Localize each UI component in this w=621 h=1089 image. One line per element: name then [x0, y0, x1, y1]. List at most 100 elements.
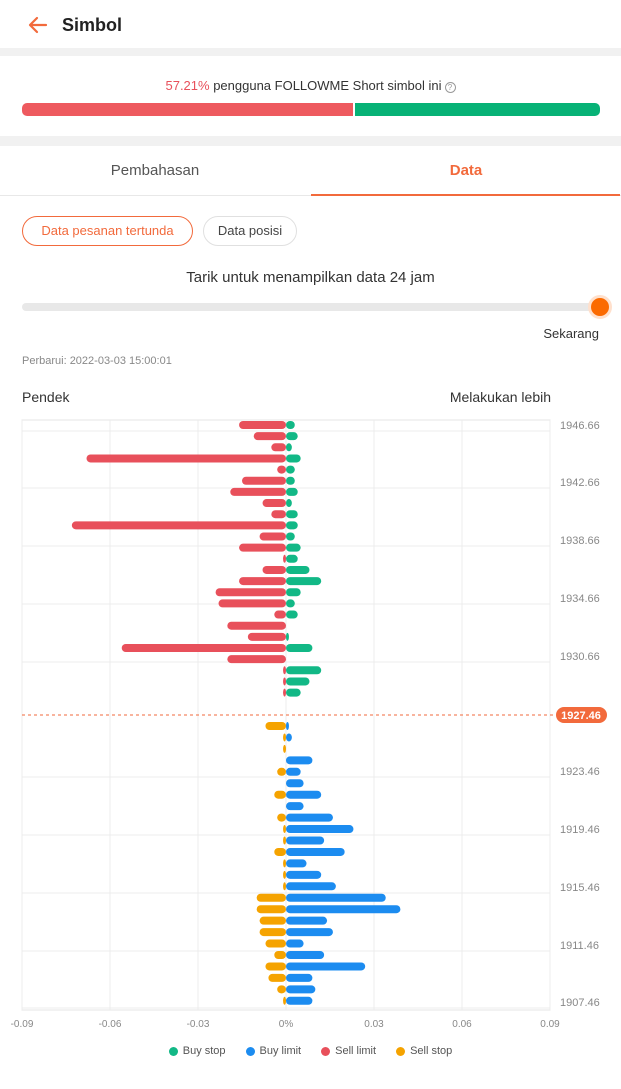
- buy-limit-bar: [286, 870, 322, 879]
- current-price-label: 1927.46: [561, 710, 601, 722]
- legend-dot: [396, 1046, 406, 1056]
- buy-stop-bar: [286, 666, 322, 675]
- buy-limit-bar: [286, 836, 325, 845]
- buy-stop-bar: [286, 577, 322, 586]
- buy-limit-bar: [286, 973, 313, 982]
- buy-limit-bar: [286, 756, 313, 765]
- updated-timestamp: Perbarui: 2022-03-03 15:00:01: [22, 355, 172, 367]
- sell-limit-bar: [239, 421, 286, 429]
- legend-dot: [245, 1046, 255, 1056]
- buy-stop-bar: [286, 532, 295, 541]
- buy-limit-bar: [286, 939, 304, 948]
- sell-limit-bar: [274, 610, 286, 619]
- buy-stop-bar: [286, 510, 298, 519]
- legend-item-buy-limit[interactable]: Buy limit: [245, 1045, 302, 1057]
- buy-limit-bar: [286, 779, 304, 788]
- buy-stop-bar: [286, 554, 298, 563]
- sell-limit-bar: [253, 432, 286, 441]
- buy-limit-bar: [286, 859, 307, 868]
- buy-limit-bar: [286, 962, 366, 971]
- sell-limit-bar: [230, 487, 286, 496]
- y-tick-label: 1946.66: [560, 420, 600, 432]
- help-icon[interactable]: ?: [444, 82, 456, 93]
- sell-limit-bar: [262, 565, 286, 574]
- time-slider-thumb[interactable]: [588, 295, 612, 319]
- time-slider-track[interactable]: [22, 303, 600, 311]
- section-divider: [0, 136, 621, 146]
- buy-stop-bar: [286, 543, 301, 552]
- legend-item-sell-limit[interactable]: Sell limit: [321, 1045, 376, 1057]
- active-tab-indicator: [311, 194, 620, 196]
- buy-limit-bar: [286, 928, 333, 937]
- sell-stop-bar: [283, 859, 286, 868]
- buy-limit-bar: [286, 813, 333, 822]
- sell-stop-bar: [283, 996, 286, 1005]
- y-tick-label: 1911.46: [560, 940, 599, 952]
- sell-limit-bar: [239, 543, 286, 552]
- y-tick-label: 1934.66: [560, 593, 600, 605]
- sell-limit-bar: [218, 599, 286, 608]
- sell-stop-bar: [259, 928, 286, 937]
- buy-limit-bar: [286, 893, 386, 902]
- buy-stop-bar: [286, 610, 298, 619]
- y-tick-label: 1923.46: [560, 766, 600, 778]
- sell-limit-bar: [283, 688, 286, 697]
- sell-stop-bar: [256, 905, 286, 914]
- x-tick-label: -0.09: [11, 1019, 34, 1030]
- legend-label: Buy stop: [182, 1045, 226, 1057]
- sell-limit-bar: [215, 588, 286, 597]
- buy-limit-bar: [286, 996, 313, 1005]
- sell-limit-bar: [283, 677, 286, 686]
- buy-stop-bar: [286, 688, 301, 697]
- sell-stop-bar: [265, 939, 286, 948]
- sell-stop-bar: [259, 916, 286, 925]
- sell-limit-bar: [271, 443, 286, 452]
- buy-limit-bar: [286, 985, 316, 994]
- sell-limit-bar: [283, 666, 286, 675]
- sentiment-panel: 57.21% pengguna FOLLOWME Short simbol in…: [0, 56, 621, 136]
- x-tick-label: 0.06: [452, 1019, 472, 1030]
- sell-limit-bar: [121, 644, 286, 652]
- tab-bar: Pembahasan Data: [0, 146, 621, 196]
- sentiment-bar: [22, 103, 600, 116]
- buy-stop-bar: [286, 632, 289, 641]
- buy-stop-bar: [286, 499, 292, 508]
- back-arrow-icon[interactable]: [26, 13, 50, 37]
- legend-label: Sell limit: [335, 1045, 377, 1057]
- sell-limit-bar: [283, 554, 286, 563]
- legend-item-sell-stop[interactable]: Sell stop: [396, 1045, 452, 1057]
- buy-stop-bar: [286, 677, 310, 686]
- tab-data[interactable]: Data: [311, 146, 621, 196]
- sell-limit-bar: [259, 532, 286, 541]
- sell-stop-bar: [283, 836, 286, 845]
- sell-limit-bar: [262, 499, 286, 508]
- x-tick-label: 0%: [279, 1019, 294, 1030]
- position-data-button[interactable]: Data posisi: [203, 216, 297, 246]
- tab-discussion[interactable]: Pembahasan: [0, 146, 310, 196]
- sell-limit-bar: [227, 621, 286, 630]
- long-bar: [354, 103, 600, 116]
- legend-dot: [321, 1046, 331, 1056]
- page-title: Simbol: [62, 15, 123, 35]
- buy-limit-bar: [286, 790, 322, 799]
- order-book-chart: -0.09 -0.06 -0.03 0% 0.03 0.06 0.09 1946.66 1942…: [11, 419, 607, 1030]
- legend-item-buy-stop[interactable]: Buy stop: [168, 1045, 226, 1057]
- buy-limit-bar: [286, 733, 292, 742]
- x-tick-label: -0.06: [99, 1019, 122, 1030]
- sell-limit-bar: [239, 577, 286, 586]
- sentiment-caption: pengguna FOLLOWME Short simbol ini: [209, 78, 442, 93]
- buy-limit-bar: [286, 905, 401, 914]
- buy-limit-bar: [286, 767, 301, 776]
- app-header: Simbol: [0, 0, 621, 50]
- buy-stop-bar: [286, 644, 313, 652]
- x-tick-label: -0.03: [187, 1019, 210, 1030]
- buy-limit-bar: [286, 882, 336, 891]
- long-side-label: Melakukan lebih: [449, 389, 551, 405]
- pending-orders-button[interactable]: Data pesanan tertunda: [22, 216, 193, 246]
- buy-limit-bar: [286, 951, 325, 959]
- sell-limit-bar: [86, 454, 287, 463]
- sell-stop-bar: [265, 722, 286, 730]
- sell-stop-bar: [277, 813, 286, 822]
- legend-label: Buy limit: [259, 1045, 302, 1057]
- buy-limit-bar: [286, 722, 289, 730]
